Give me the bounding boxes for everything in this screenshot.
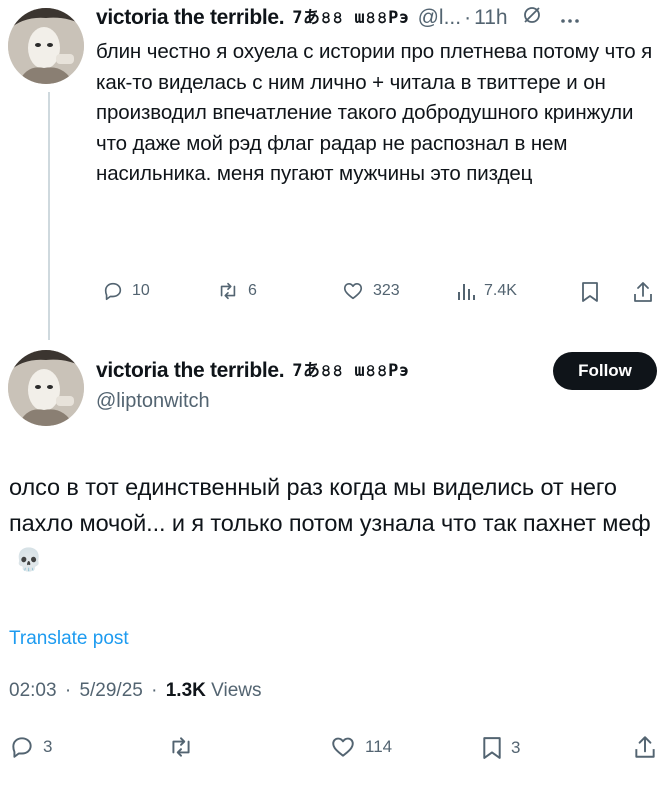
post-date[interactable]: 5/29/25 — [79, 680, 142, 701]
share-button[interactable] — [632, 280, 654, 304]
timestamp[interactable]: 11h — [474, 6, 507, 30]
reply-button[interactable]: 3 — [9, 734, 52, 760]
tweet-meta: 02:03 · 5/29/25 · 1.3K Views — [9, 680, 262, 702]
author-name-glyphs: 7あ৪৪ ɯ৪৪Pэ — [292, 361, 410, 381]
reply-icon — [104, 282, 122, 301]
tweet2-header: victoria the terrible. 7あ৪৪ ɯ৪৪Pэ — [96, 356, 410, 386]
like-button[interactable]: 323 — [341, 280, 400, 302]
tweet1-text: блин честно я охуела с истории про плетн… — [96, 40, 653, 185]
bookmark-icon — [582, 282, 598, 302]
like-icon — [332, 737, 354, 757]
like-count: 323 — [373, 282, 400, 299]
avatar[interactable] — [8, 8, 84, 84]
avatar-image — [8, 350, 84, 426]
reply-count: 3 — [43, 737, 53, 756]
views-count: 1.3K — [165, 680, 206, 701]
avatar-image — [8, 8, 84, 84]
share-icon — [635, 736, 655, 758]
repost-button[interactable]: 6 — [216, 280, 257, 302]
share-button[interactable] — [633, 734, 657, 760]
tweet1-header: victoria the terrible. 7あ৪৪ ɯ৪৪Pэ @l... … — [96, 3, 656, 33]
reply-count: 10 — [132, 282, 150, 299]
more-icon[interactable] — [560, 6, 580, 30]
avatar[interactable] — [8, 350, 84, 426]
author-handle[interactable]: @l... — [418, 6, 462, 30]
separator: · — [64, 680, 72, 701]
tweet2-body: олсо в тот единственный раз когда мы вид… — [9, 474, 651, 536]
author-name-glyphs: 7あ৪৪ ɯ৪৪Pэ — [292, 8, 410, 28]
views-icon — [458, 284, 475, 300]
bookmark-button[interactable] — [580, 280, 600, 304]
reply-icon — [12, 737, 32, 758]
repost-icon — [172, 737, 190, 757]
translate-post-link[interactable]: Translate post — [9, 628, 129, 650]
post-time[interactable]: 02:03 — [9, 680, 57, 701]
author-name[interactable]: victoria the terrible. — [96, 6, 285, 30]
views-label: Views — [211, 680, 262, 701]
skull-emoji: 💀 — [15, 548, 43, 573]
tweet2-actions: 3 114 3 — [9, 734, 659, 764]
like-button[interactable]: 114 — [329, 734, 392, 760]
separator: · — [151, 680, 158, 701]
author-name[interactable]: victoria the terrible. — [96, 359, 285, 383]
separator: · — [464, 6, 472, 29]
bookmark-icon — [483, 737, 501, 759]
grok-icon[interactable] — [522, 5, 542, 31]
repost-button[interactable] — [167, 734, 195, 760]
author-handle[interactable]: @liptonwitch — [96, 390, 210, 413]
follow-button[interactable]: Follow — [553, 352, 657, 390]
tweet1-actions: 10 6 323 7.4K — [96, 280, 661, 308]
views-button[interactable]: 7.4K — [456, 280, 517, 302]
thread-line — [48, 92, 50, 340]
reply-button[interactable]: 10 — [102, 280, 150, 302]
views-count: 7.4K — [484, 282, 517, 299]
bookmark-count: 3 — [511, 738, 521, 757]
bookmark-button[interactable]: 3 — [481, 734, 520, 762]
like-icon — [343, 283, 363, 300]
repost-icon — [220, 282, 236, 300]
share-icon — [634, 282, 652, 302]
like-count: 114 — [365, 737, 393, 756]
repost-count: 6 — [248, 282, 257, 299]
tweet2-text: олсо в тот единственный раз когда мы вид… — [9, 469, 659, 579]
